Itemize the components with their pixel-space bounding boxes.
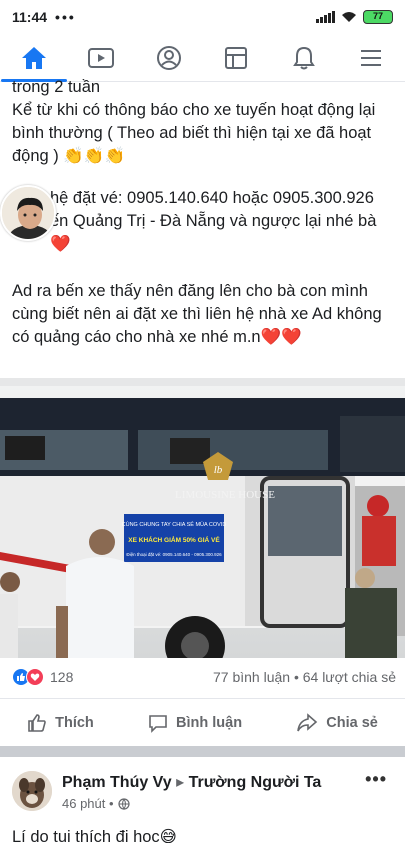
next-post: Phạm Thúy Vy ▸ Trường Người Ta 46 phút •… bbox=[0, 757, 405, 843]
post-line: ❤️ bbox=[50, 235, 71, 253]
signal-icon bbox=[316, 11, 335, 23]
post-author-line: Phạm Thúy Vy ▸ Trường Người Ta bbox=[62, 772, 321, 792]
status-bar: 11:44 ••• 77 bbox=[0, 0, 405, 34]
banner-line-1: CÙNG CHUNG TAY CHIA SẺ MÙA COVID bbox=[122, 521, 227, 528]
share-icon bbox=[297, 712, 318, 731]
comment-label: Bình luận bbox=[176, 714, 243, 731]
group-name[interactable]: Trường Người Ta bbox=[189, 774, 322, 791]
bus-logo-text: lb bbox=[214, 464, 223, 476]
post-body: Lí do tui thích đi học😅 bbox=[12, 828, 177, 843]
post-photo[interactable]: lb LIMOUSINE HOUSE CÙNG CHUNG TAY CHIA S… bbox=[0, 356, 405, 658]
banner-line-3: Điện thoại đặt vé: 0905.140.640 - 0905.3… bbox=[126, 552, 222, 557]
tab-watch[interactable] bbox=[74, 35, 128, 81]
post-meta: 46 phút • bbox=[62, 796, 130, 811]
post-line: Ad ra bến xe thấy nên đăng lên cho bà co… bbox=[12, 282, 368, 300]
thumbs-up-icon bbox=[28, 713, 46, 732]
tab-home[interactable] bbox=[0, 35, 67, 82]
post-paragraph-1: trong 2 tuần Kể từ khi có thông báo cho … bbox=[12, 76, 398, 168]
post-actions: Thích Bình luận Chia sẻ bbox=[0, 698, 405, 746]
globe-icon bbox=[117, 797, 130, 810]
banner-line-2: XE KHÁCH GIẢM 50% GIÁ VÉ bbox=[128, 535, 220, 544]
post-line: Kể từ khi có thông báo cho xe tuyến hoạt… bbox=[12, 101, 376, 119]
pages-icon bbox=[225, 46, 248, 69]
floating-avatar[interactable] bbox=[0, 185, 56, 241]
reactions-row[interactable]: 128 77 bình luận • 64 lượt chia sẻ bbox=[12, 666, 396, 688]
arrow-icon: ▸ bbox=[176, 774, 185, 791]
comment-button[interactable]: Bình luận bbox=[148, 713, 242, 733]
status-time: 11:44 bbox=[12, 9, 48, 25]
status-dots: ••• bbox=[55, 9, 76, 25]
post-paragraph-3: Ad ra bến xe thấy nên đăng lên cho bà co… bbox=[12, 280, 398, 349]
bus-brand-text: LIMOUSINE HOUSE bbox=[175, 489, 275, 501]
author-avatar[interactable] bbox=[12, 771, 52, 811]
tab-pages[interactable] bbox=[209, 35, 263, 81]
post-line: có quảng cáo cho nhà xe nhé m.n❤️❤️ bbox=[12, 328, 302, 346]
bell-icon bbox=[292, 46, 315, 69]
comment-icon bbox=[149, 714, 167, 733]
tab-menu[interactable] bbox=[344, 35, 398, 81]
love-reaction-icon bbox=[26, 668, 44, 686]
tab-profile[interactable] bbox=[142, 35, 196, 81]
feed-divider bbox=[0, 746, 405, 757]
post-line: hệ đặt vé: 0905.140.640 hoặc 0905.300.92… bbox=[50, 189, 374, 207]
menu-icon bbox=[361, 49, 382, 66]
like-button[interactable]: Thích bbox=[27, 713, 94, 733]
home-icon bbox=[21, 46, 46, 69]
profile-icon bbox=[156, 45, 181, 70]
battery-icon: 77 bbox=[363, 10, 393, 24]
post-line: trong 2 tuần bbox=[12, 78, 101, 96]
reaction-count: 128 bbox=[50, 669, 74, 685]
author-name[interactable]: Phạm Thúy Vy bbox=[62, 774, 172, 791]
share-button[interactable]: Chia sẻ bbox=[296, 712, 378, 733]
tab-notifications[interactable] bbox=[277, 35, 331, 81]
post-line: động ) 👏👏👏 bbox=[12, 147, 126, 165]
post-time[interactable]: 46 phút • bbox=[62, 796, 114, 811]
share-label: Chia sẻ bbox=[326, 714, 378, 731]
like-label: Thích bbox=[55, 714, 94, 731]
comments-shares-count[interactable]: 77 bình luận • 64 lượt chia sẻ bbox=[213, 669, 396, 685]
post-line: ến Quảng Trị - Đà Nẵng và ngược lại nhé … bbox=[50, 212, 377, 230]
more-options-button[interactable]: ••• bbox=[365, 769, 387, 790]
post-line: bình thường ( Theo ad biết thì hiện tại … bbox=[12, 124, 372, 142]
post-line: cùng biết nên ai đặt xe thì liên hệ nhà … bbox=[12, 305, 382, 323]
top-nav bbox=[0, 34, 405, 82]
post-paragraph-2: hệ đặt vé: 0905.140.640 hoặc 0905.300.92… bbox=[50, 187, 400, 256]
video-icon bbox=[88, 47, 115, 68]
reaction-icons bbox=[12, 668, 44, 686]
wifi-icon bbox=[342, 12, 356, 22]
